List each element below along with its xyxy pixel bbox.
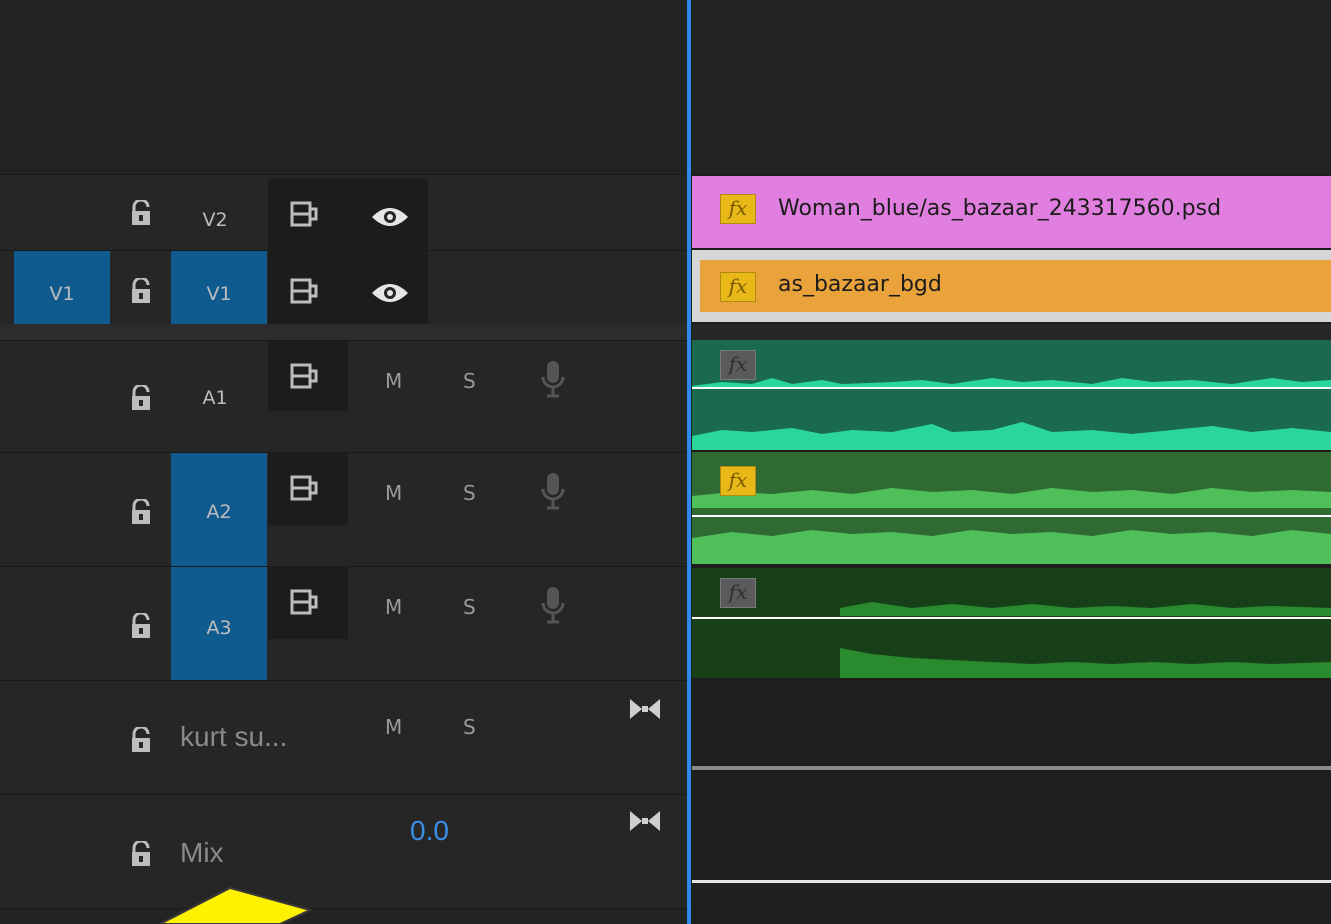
track-header-mix: Mix 0.0 [0, 794, 688, 908]
lane-a2: fx [692, 452, 1331, 566]
mic-icon[interactable] [541, 359, 565, 399]
track-header-a2: A2 M S [0, 452, 688, 567]
fx-badge[interactable]: fx [720, 466, 756, 496]
mic-icon[interactable] [541, 471, 565, 511]
mute-button[interactable]: M [385, 715, 402, 739]
clip-name: Woman_blue/as_bazaar_243317560.psd [778, 196, 1222, 221]
clip-a2[interactable]: fx [692, 452, 1331, 564]
eye-icon[interactable] [370, 281, 410, 305]
lane-mix [692, 794, 1331, 908]
lane-v1: fx as_bazaar_bgd [692, 250, 1331, 324]
mute-button[interactable]: M [385, 369, 402, 393]
track-label[interactable]: A1 [190, 389, 240, 408]
volume-line[interactable] [692, 766, 1331, 770]
track-label: A3 [206, 617, 232, 639]
clip-a3[interactable]: fx [692, 568, 1331, 678]
clip-v1-selected[interactable]: fx as_bazaar_bgd [692, 250, 1331, 322]
waveform [692, 602, 1331, 678]
lock-icon[interactable] [130, 278, 152, 304]
lane-a1: fx [692, 340, 1331, 452]
lock-icon[interactable] [130, 613, 152, 639]
lock-icon[interactable] [130, 499, 152, 525]
track-header-v1: V1 V1 [0, 250, 688, 325]
solo-button[interactable]: S [463, 715, 476, 739]
pointer-arrow [159, 886, 313, 924]
solo-button[interactable]: S [463, 369, 476, 393]
lock-icon[interactable] [130, 841, 152, 867]
fx-badge[interactable]: fx [720, 578, 756, 608]
track-target-a2[interactable]: A2 [171, 453, 267, 567]
track-header-submix: kurt su... M S [0, 680, 688, 794]
track-label: A2 [206, 501, 232, 523]
bowtie-icon[interactable] [628, 809, 662, 833]
track-header-footer [0, 908, 688, 924]
waveform [692, 488, 1331, 564]
lane-a3: fx [692, 566, 1331, 680]
solo-button[interactable]: S [463, 481, 476, 505]
lane-submix [692, 680, 1331, 794]
sync-lock-icon[interactable] [290, 589, 320, 615]
mute-button[interactable]: M [385, 481, 402, 505]
sync-lock-icon[interactable] [290, 278, 320, 304]
eye-icon[interactable] [370, 205, 410, 229]
lock-icon[interactable] [130, 385, 152, 411]
track-header-a1: A1 M S [0, 340, 688, 452]
sync-lock-icon[interactable] [290, 475, 320, 501]
timeline-ruler-area [692, 0, 1331, 174]
playhead[interactable] [687, 0, 691, 924]
video-audio-divider[interactable] [0, 324, 688, 340]
waveform [692, 378, 1331, 450]
bowtie-icon[interactable] [628, 697, 662, 721]
source-label: V1 [49, 283, 75, 305]
track-name[interactable]: kurt su... [180, 721, 287, 753]
solo-button[interactable]: S [463, 595, 476, 619]
sync-lock-icon[interactable] [290, 363, 320, 389]
lock-icon[interactable] [130, 727, 152, 753]
track-label: V1 [206, 283, 232, 305]
mix-volume-value[interactable]: 0.0 [410, 815, 449, 847]
clip-v2[interactable]: fx Woman_blue/as_bazaar_243317560.psd [692, 176, 1331, 248]
source-patch-v1[interactable]: V1 [14, 251, 110, 325]
clip-a1[interactable]: fx [692, 340, 1331, 450]
fx-badge[interactable]: fx [720, 350, 756, 380]
track-header-area [0, 0, 688, 174]
track-target-a3[interactable]: A3 [171, 567, 267, 681]
track-label[interactable]: V2 [190, 211, 240, 230]
track-name[interactable]: Mix [180, 837, 224, 869]
clip-name: as_bazaar_bgd [778, 272, 942, 297]
timeline-divider [692, 324, 1331, 340]
lane-v2: fx Woman_blue/as_bazaar_243317560.psd [692, 174, 1331, 250]
track-target-v1[interactable]: V1 [171, 251, 267, 325]
volume-line[interactable] [692, 880, 1331, 883]
sync-lock-icon[interactable] [290, 201, 320, 227]
fx-badge[interactable]: fx [720, 194, 756, 224]
mute-button[interactable]: M [385, 595, 402, 619]
mic-icon[interactable] [541, 585, 565, 625]
fx-badge[interactable]: fx [720, 272, 756, 302]
track-header-a3: A3 M S [0, 566, 688, 681]
track-header-v2: V2 [0, 174, 688, 251]
lock-icon[interactable] [130, 200, 152, 226]
